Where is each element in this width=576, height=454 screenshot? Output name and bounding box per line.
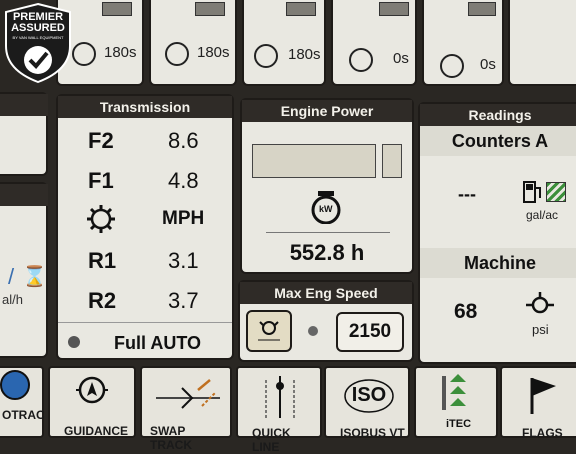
- gear-label: R2: [88, 288, 117, 313]
- machine-unit: psi: [532, 322, 549, 337]
- swap-track-icon: [152, 376, 224, 412]
- max-eng-speed-title: Max Eng Speed: [240, 282, 412, 304]
- timer-bar: [102, 2, 132, 16]
- left-panel-bottom[interactable]: / ⌛ al/h: [0, 182, 48, 358]
- bottom-btn-label: QUICK LINE: [252, 426, 291, 454]
- bottom-btn-itec[interactable]: iTEC: [414, 366, 498, 438]
- transmission-panel[interactable]: Transmission F2 8.6 F1 4.8 MPH R1 3.1 R2…: [56, 94, 234, 360]
- clock-icon: [165, 42, 189, 66]
- machine-value: 68: [454, 300, 478, 323]
- gear-value: 3.1: [168, 248, 199, 273]
- timer-bar: [286, 2, 316, 16]
- gear-value: 3.7: [168, 288, 199, 313]
- kw-label: kW: [319, 204, 333, 214]
- bottom-btn-label: OTRAC: [2, 408, 45, 422]
- left-unit: al/h: [2, 292, 23, 307]
- counters-unit: gal/ac: [526, 208, 559, 222]
- timer-label: 180s: [104, 44, 137, 61]
- timer-bar: [195, 2, 225, 16]
- field-area-icon: [546, 182, 566, 202]
- badge-small: BY VAN WALL EQUIPMENT: [12, 35, 64, 40]
- clock-icon: [349, 48, 373, 72]
- left-panel-header: [0, 94, 48, 116]
- timer-tile-5[interactable]: 0s: [422, 0, 504, 86]
- counters-header: Counters A: [420, 126, 576, 156]
- slash-icon: /: [8, 264, 15, 289]
- premier-assured-logo: PREMIER ASSURED BY VAN WALL EQUIPMENT: [2, 2, 74, 84]
- oil-pressure-icon: [524, 292, 556, 316]
- engine-icon: kW: [310, 190, 342, 225]
- counters-title: Counters A: [451, 131, 549, 151]
- left-panel-top[interactable]: [0, 92, 48, 176]
- bottom-btn-swap-track[interactable]: SWAP TRACK: [140, 366, 232, 452]
- otrac-icon: [0, 370, 30, 400]
- gear-label: R1: [88, 248, 117, 273]
- max-eng-speed-panel[interactable]: Max Eng Speed 2150: [238, 280, 414, 362]
- engine-power-title: Engine Power: [242, 100, 412, 122]
- gear-label: F1: [88, 168, 114, 193]
- timer-label: 0s: [393, 50, 409, 67]
- clock-icon: [254, 44, 278, 68]
- mode-indicator: [68, 336, 80, 348]
- transmission-mode: Full AUTO: [114, 333, 201, 353]
- gear-value: 8.6: [168, 128, 199, 153]
- power-bar: [252, 144, 376, 178]
- bottom-btn-label: iTEC: [446, 418, 472, 430]
- bottom-btn-isobus-vt[interactable]: ISO ISOBUS VT: [324, 366, 410, 440]
- speed-indicator: [308, 326, 318, 336]
- machine-title: Machine: [463, 253, 537, 273]
- clock-icon: [440, 54, 464, 78]
- engine-hours: 552.8 h: [289, 240, 365, 265]
- fuel-pump-icon: [522, 180, 544, 204]
- bottom-btn-flags[interactable]: FLAGS: [500, 366, 576, 440]
- timer-label: 0s: [480, 56, 496, 73]
- timer-bar: [468, 2, 496, 16]
- timer-bar: [379, 2, 409, 16]
- timer-tile-6[interactable]: [508, 0, 576, 86]
- bottom-btn-label: SWAP TRACK: [150, 424, 192, 452]
- itec-icon: [440, 372, 476, 414]
- bottom-btn-label: FLAGS: [522, 426, 563, 440]
- quick-line-icon: [260, 372, 300, 420]
- gear-icon: [86, 204, 116, 234]
- gear-label: F2: [88, 128, 114, 153]
- transmission-title: Transmission: [58, 96, 232, 118]
- timer-label: 180s: [197, 44, 230, 61]
- power-bar-end: [382, 144, 402, 178]
- bottom-btn-otrac[interactable]: OTRAC: [0, 366, 45, 438]
- timer-tile-2[interactable]: 180s: [149, 0, 237, 86]
- engine-speed-preset-button[interactable]: [246, 310, 292, 352]
- guidance-icon: [76, 374, 108, 406]
- bottom-btn-label: ISOBUS VT: [340, 426, 405, 440]
- isobus-icon: ISO: [342, 378, 396, 414]
- flag-icon: [526, 374, 562, 414]
- speed-unit: MPH: [162, 208, 205, 229]
- timer-tile-3[interactable]: 180s: [242, 0, 326, 86]
- machine-header: Machine: [420, 248, 576, 278]
- readings-panel[interactable]: Readings Counters A --- gal/ac Machine 6…: [418, 102, 576, 364]
- hourglass-icon: ⌛: [22, 266, 47, 288]
- timer-tile-4[interactable]: 0s: [331, 0, 417, 86]
- bottom-btn-quick-line[interactable]: QUICK LINE: [236, 366, 322, 454]
- bottom-btn-guidance[interactable]: GUIDANCE: [48, 366, 136, 438]
- badge-line-2: ASSURED: [11, 22, 65, 34]
- timer-label: 180s: [288, 46, 321, 63]
- engine-power-panel[interactable]: Engine Power kW 552.8 h: [240, 98, 414, 274]
- clock-icon: [72, 42, 96, 66]
- max-eng-speed-value[interactable]: 2150: [336, 312, 404, 352]
- left-panel-header: [0, 184, 48, 206]
- iso-text: ISO: [351, 384, 387, 406]
- readings-title: Readings: [420, 104, 576, 126]
- divider: [266, 232, 390, 233]
- counters-value: ---: [458, 184, 476, 204]
- bottom-btn-label: GUIDANCE: [64, 424, 129, 438]
- divider: [58, 322, 232, 323]
- gear-value: 4.8: [168, 168, 199, 193]
